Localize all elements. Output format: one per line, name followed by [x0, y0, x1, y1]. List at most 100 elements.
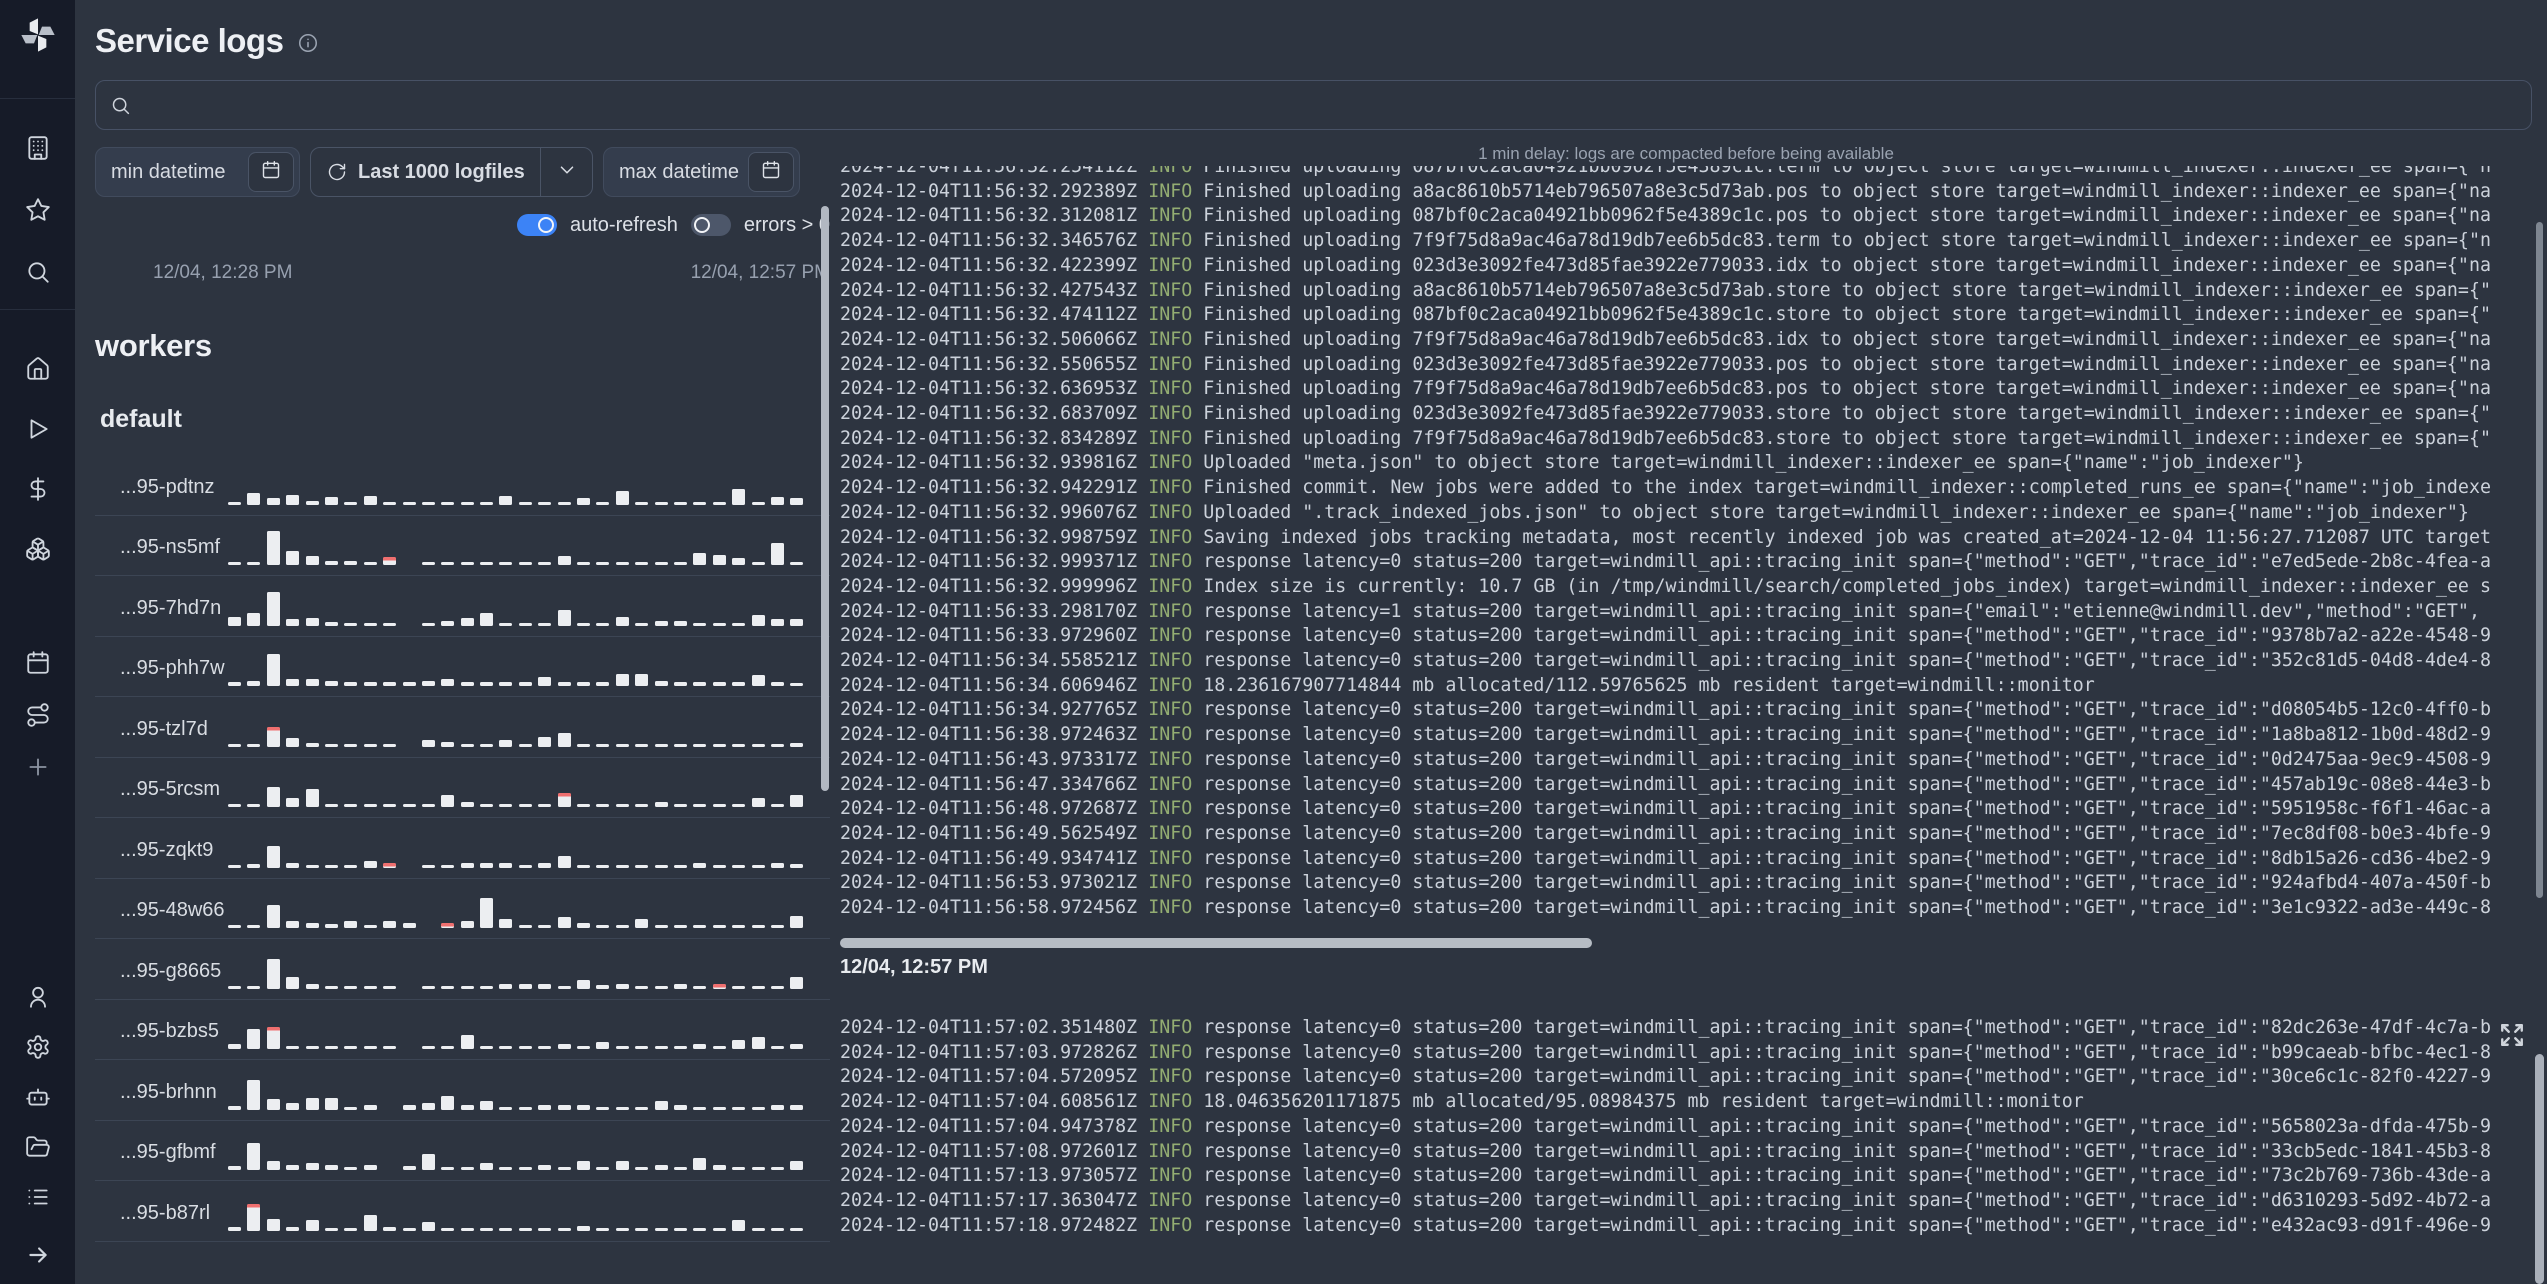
activity-bar	[615, 1106, 629, 1110]
auto-refresh-label: auto-refresh	[570, 213, 678, 236]
worker-row[interactable]: ...95-48w66	[95, 879, 830, 939]
workers-panel: min datetime Last 1000 logfiles max date…	[95, 130, 830, 1242]
activity-bar	[518, 1046, 532, 1049]
building-icon[interactable]	[25, 135, 51, 161]
activity-bar	[770, 985, 784, 989]
worker-row[interactable]: ...95-gfbmf	[95, 1121, 830, 1181]
activity-bar	[635, 1167, 649, 1170]
list-icon[interactable]	[25, 1184, 51, 1210]
auto-refresh-toggle[interactable]	[517, 214, 557, 236]
activity-bar	[499, 495, 513, 505]
min-datetime-picker[interactable]: min datetime	[95, 147, 300, 197]
user-icon[interactable]	[25, 984, 51, 1010]
worker-row[interactable]: ...95-5rcsm	[95, 758, 830, 818]
activity-bar	[363, 682, 377, 686]
activity-bar	[712, 925, 726, 928]
activity-bar	[635, 1227, 649, 1231]
activity-bar	[460, 743, 474, 747]
worker-activity-sparkline	[228, 726, 830, 757]
activity-bar	[421, 1221, 435, 1231]
settings-icon[interactable]	[25, 1034, 51, 1060]
worker-activity-sparkline	[228, 654, 830, 696]
logfiles-refresh-button[interactable]: Last 1000 logfiles	[311, 148, 540, 196]
worker-row[interactable]: ...95-bzbs5	[95, 1000, 830, 1060]
app-sidebar	[0, 0, 75, 1284]
activity-bar	[673, 864, 687, 868]
activity-bar	[673, 1104, 687, 1110]
worker-name: ...95-tzl7d	[120, 717, 208, 740]
activity-bar	[499, 739, 513, 747]
logfiles-selector: Last 1000 logfiles	[310, 147, 593, 197]
log-line: 2024-12-04T11:56:58.972456Z INFO respons…	[840, 897, 2491, 919]
activity-bar	[421, 985, 435, 989]
activity-bar	[266, 1218, 280, 1231]
calendar-button[interactable]	[748, 152, 794, 192]
worker-row[interactable]: ...95-zqkt9	[95, 818, 830, 879]
boxes-icon[interactable]	[25, 536, 51, 562]
worker-row[interactable]: ...95-b87rl	[95, 1181, 830, 1242]
calendar-icon[interactable]	[25, 650, 51, 676]
search-icon[interactable]	[25, 259, 51, 285]
bot-icon[interactable]	[25, 1084, 51, 1110]
search-input[interactable]	[141, 94, 2517, 116]
worker-row[interactable]: ...95-brhnn	[95, 1060, 830, 1121]
route-icon[interactable]	[25, 702, 51, 728]
worker-row[interactable]: ...95-tzl7d	[95, 697, 830, 758]
play-icon[interactable]	[25, 416, 51, 442]
activity-bar	[228, 864, 241, 868]
activity-bar	[615, 983, 629, 989]
star-icon[interactable]	[25, 197, 51, 223]
folder-open-icon[interactable]	[25, 1134, 51, 1160]
log1-scrollbar-thumb[interactable]	[2536, 222, 2543, 898]
activity-bar	[693, 622, 707, 626]
log2-scrollbar-thumb[interactable]	[2535, 1054, 2544, 1284]
windmill-logo[interactable]	[17, 14, 59, 56]
activity-bar	[673, 983, 687, 989]
worker-activity-sparkline	[228, 531, 830, 575]
activity-bar	[228, 804, 241, 807]
activity-bar	[518, 1227, 532, 1231]
activity-bar	[286, 1046, 300, 1049]
activity-bar	[402, 804, 416, 807]
horizontal-scrollbar-thumb[interactable]	[840, 938, 1592, 948]
activity-bar	[266, 1161, 280, 1170]
activity-bar	[460, 501, 474, 505]
activity-bar	[363, 925, 377, 928]
worker-row[interactable]: ...95-pdtnz	[95, 455, 830, 516]
activity-bar	[286, 1226, 300, 1231]
worker-activity-sparkline	[228, 1079, 830, 1120]
activity-bar	[421, 804, 435, 807]
activity-bar	[770, 862, 784, 868]
sidebar-expand-arrow[interactable]	[25, 1242, 51, 1268]
activity-bar	[596, 622, 610, 626]
activity-bar	[480, 501, 494, 505]
home-icon[interactable]	[25, 356, 51, 382]
activity-bar	[635, 562, 649, 565]
expand-icon[interactable]	[2499, 1022, 2525, 1048]
activity-bar	[344, 561, 358, 565]
calendar-button[interactable]	[248, 152, 294, 192]
dollar-icon[interactable]	[25, 476, 51, 502]
activity-bar	[615, 1046, 629, 1049]
activity-bar	[635, 1106, 649, 1110]
log-search-box[interactable]	[95, 80, 2532, 130]
activity-bar	[499, 862, 513, 868]
activity-bar	[402, 1166, 416, 1170]
max-datetime-picker[interactable]: max datetime	[603, 147, 800, 197]
errors-toggle[interactable]	[690, 214, 731, 236]
activity-bar	[557, 1227, 571, 1231]
worker-row[interactable]: ...95-ns5mf	[95, 516, 830, 576]
activity-bar	[654, 985, 668, 989]
worker-row[interactable]: ...95-g8665	[95, 939, 830, 1000]
worker-name: ...95-48w66	[120, 899, 225, 921]
plus-icon[interactable]	[25, 754, 51, 780]
worker-row[interactable]: ...95-7hd7n	[95, 576, 830, 637]
logfiles-dropdown-button[interactable]	[540, 148, 592, 196]
activity-bar	[518, 983, 532, 989]
info-icon[interactable]	[297, 32, 319, 54]
activity-bar	[538, 562, 552, 565]
log-line: 2024-12-04T11:56:34.558521Z INFO respons…	[840, 650, 2491, 672]
activity-bar	[693, 743, 707, 747]
workers-scrollbar-thumb[interactable]	[821, 206, 829, 791]
worker-row[interactable]: ...95-phh7w	[95, 637, 830, 697]
